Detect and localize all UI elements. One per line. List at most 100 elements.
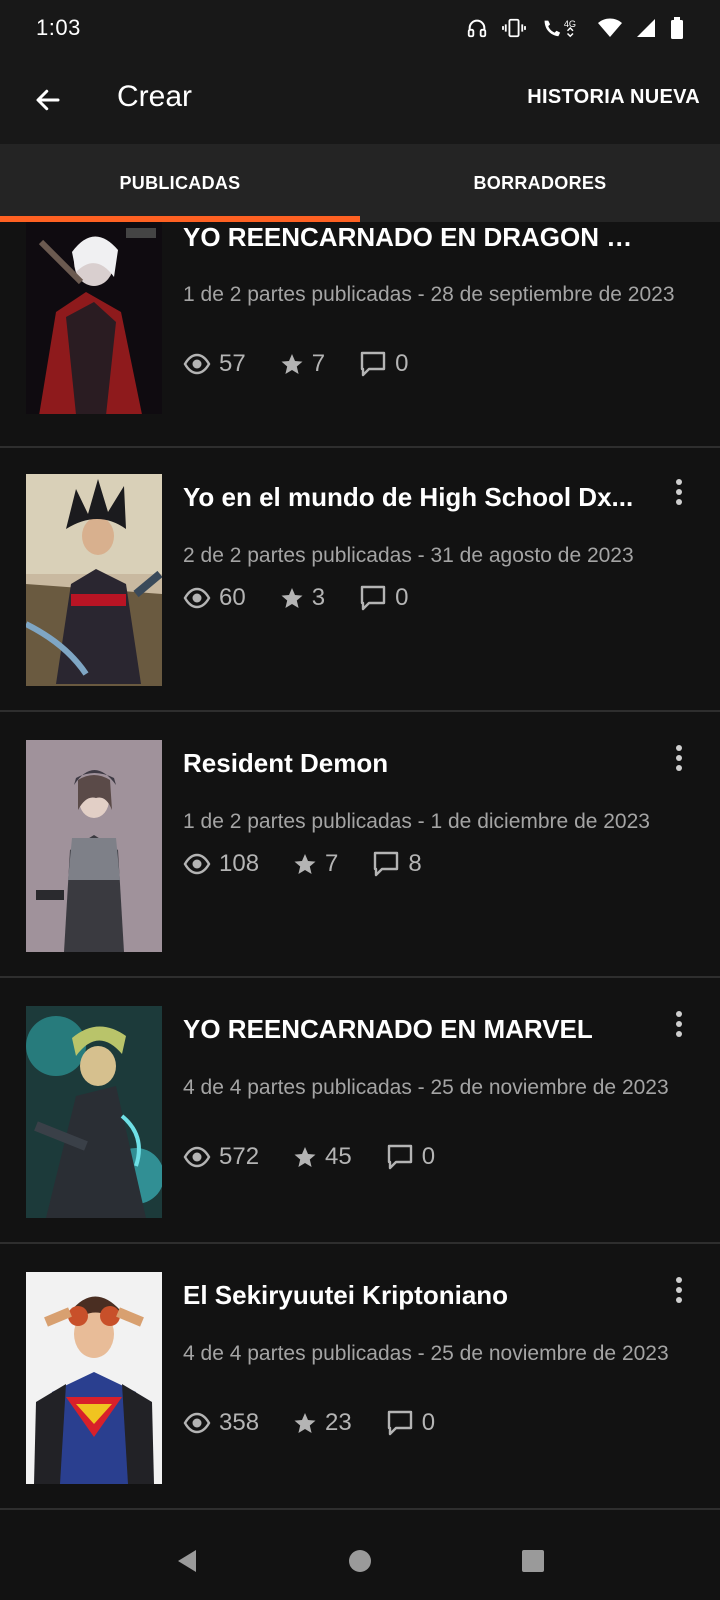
- battery-icon: [671, 17, 683, 39]
- comments-count: 8: [408, 850, 422, 877]
- back-button[interactable]: [26, 78, 70, 122]
- story-cover[interactable]: [26, 474, 162, 686]
- votes-count: 7: [311, 350, 326, 377]
- signal-icon: [637, 19, 655, 37]
- status-icons: 4G: [466, 17, 684, 39]
- nav-home-button[interactable]: [330, 1531, 390, 1591]
- status-time: 1:03: [36, 15, 81, 40]
- status-bar: 1:03 4G: [0, 0, 720, 56]
- votes-stat: 45: [293, 1143, 352, 1171]
- comments-stat: 8: [372, 850, 422, 878]
- tab-published-label: PUBLICADAS: [119, 172, 241, 193]
- story-title[interactable]: El Sekiryuutei Kriptoniano: [183, 1280, 643, 1311]
- views-stat: 57: [183, 350, 246, 378]
- page-title: Crear: [117, 80, 193, 113]
- eye-icon: [183, 353, 211, 375]
- story-meta: 4 de 4 partes publicadas - 25 de noviemb…: [183, 1342, 669, 1365]
- story-cover[interactable]: [26, 740, 162, 952]
- story-menu-button[interactable]: [666, 472, 692, 512]
- story-list[interactable]: YO REENCARNADO EN DRAGON B... 1 de 2 par…: [0, 222, 720, 1522]
- wifi-calling-icon: 4G: [544, 19, 576, 38]
- star-icon: [281, 588, 303, 608]
- votes-stat: 7: [293, 850, 338, 878]
- story-meta: 1 de 2 partes publicadas - 28 de septiem…: [183, 283, 675, 306]
- headphones-icon: [467, 19, 487, 38]
- eye-icon: [183, 1412, 211, 1434]
- story-stats: 572 45 0: [183, 1143, 435, 1171]
- app-bar: Crear HISTORIA NUEVA: [0, 56, 720, 144]
- arrow-left-icon: [36, 89, 60, 111]
- views-stat: 60: [183, 584, 246, 612]
- star-icon: [281, 354, 303, 374]
- votes-count: 23: [325, 1409, 352, 1436]
- comment-icon: [387, 1410, 412, 1436]
- story-title[interactable]: YO REENCARNADO EN DRAGON B...: [183, 222, 643, 253]
- story-item[interactable]: Yo en el mundo de High School Dx... 2 de…: [0, 448, 720, 712]
- new-story-button[interactable]: HISTORIA NUEVA: [527, 86, 700, 109]
- views-count: 60: [219, 584, 246, 611]
- story-stats: 60 3 0: [183, 584, 408, 612]
- star-icon: [294, 1413, 316, 1433]
- comment-icon: [360, 351, 386, 377]
- comments-stat: 0: [386, 1143, 435, 1171]
- story-menu-button[interactable]: [666, 738, 692, 778]
- story-menu-button[interactable]: [666, 1004, 692, 1044]
- comments-stat: 0: [359, 350, 408, 378]
- story-item[interactable]: Resident Demon 1 de 2 partes publicadas …: [0, 714, 720, 978]
- views-stat: 108: [183, 850, 259, 878]
- story-title[interactable]: YO REENCARNADO EN MARVEL: [183, 1014, 643, 1045]
- vibrate-icon: [502, 18, 526, 38]
- votes-stat: 7: [280, 350, 325, 378]
- comment-icon: [360, 585, 386, 611]
- comments-stat: 0: [386, 1409, 435, 1437]
- story-item[interactable]: YO REENCARNADO EN MARVEL 4 de 4 partes p…: [0, 980, 720, 1244]
- story-stats: 108 7 8: [183, 850, 422, 878]
- comments-count: 0: [395, 350, 409, 377]
- eye-icon: [183, 587, 211, 609]
- votes-count: 7: [325, 850, 339, 877]
- tab-bar: PUBLICADAS BORRADORES: [0, 144, 720, 222]
- recents-square-icon: [522, 1550, 545, 1572]
- star-icon: [294, 854, 316, 874]
- cover-image: [26, 222, 162, 414]
- cover-image: [26, 474, 162, 686]
- story-cover[interactable]: [26, 1272, 162, 1484]
- votes-stat: 3: [280, 584, 325, 612]
- story-stats: 57 7 0: [183, 350, 408, 378]
- views-count: 358: [219, 1409, 260, 1436]
- votes-count: 3: [311, 584, 326, 611]
- back-triangle-icon: [177, 1550, 196, 1572]
- cover-image: [26, 1006, 162, 1218]
- tab-published[interactable]: PUBLICADAS: [0, 144, 360, 222]
- story-item[interactable]: El Sekiryuutei Kriptoniano 4 de 4 partes…: [0, 1246, 720, 1510]
- story-title[interactable]: Resident Demon: [183, 748, 643, 779]
- story-title[interactable]: Yo en el mundo de High School Dx...: [183, 482, 643, 513]
- home-circle-icon: [348, 1550, 371, 1572]
- views-count: 572: [219, 1143, 260, 1170]
- story-meta: 2 de 2 partes publicadas - 31 de agosto …: [183, 544, 634, 567]
- cover-image: [26, 740, 162, 952]
- nav-back-button[interactable]: [157, 1531, 217, 1591]
- comments-count: 0: [421, 1409, 436, 1436]
- comments-count: 0: [421, 1143, 436, 1170]
- views-count: 57: [219, 350, 246, 377]
- comments-stat: 0: [359, 584, 408, 612]
- story-cover[interactable]: [26, 1006, 162, 1218]
- comment-icon: [374, 851, 399, 877]
- votes-count: 45: [325, 1143, 352, 1170]
- story-item[interactable]: YO REENCARNADO EN DRAGON B... 1 de 2 par…: [0, 222, 720, 448]
- story-stats: 358 23 0: [183, 1409, 435, 1437]
- star-icon: [294, 1147, 316, 1167]
- story-meta: 4 de 4 partes publicadas - 25 de noviemb…: [183, 1076, 669, 1099]
- wifi-icon: [598, 18, 622, 37]
- views-count: 108: [219, 850, 260, 877]
- comment-icon: [387, 1144, 412, 1170]
- views-stat: 572: [183, 1143, 259, 1171]
- tab-drafts-label: BORRADORES: [473, 172, 607, 193]
- nav-recents-button[interactable]: [503, 1531, 563, 1591]
- system-nav-bar: [0, 1522, 720, 1600]
- story-menu-button[interactable]: [666, 1270, 692, 1310]
- tab-drafts[interactable]: BORRADORES: [360, 144, 720, 222]
- story-cover[interactable]: [26, 222, 162, 414]
- views-stat: 358: [183, 1409, 259, 1437]
